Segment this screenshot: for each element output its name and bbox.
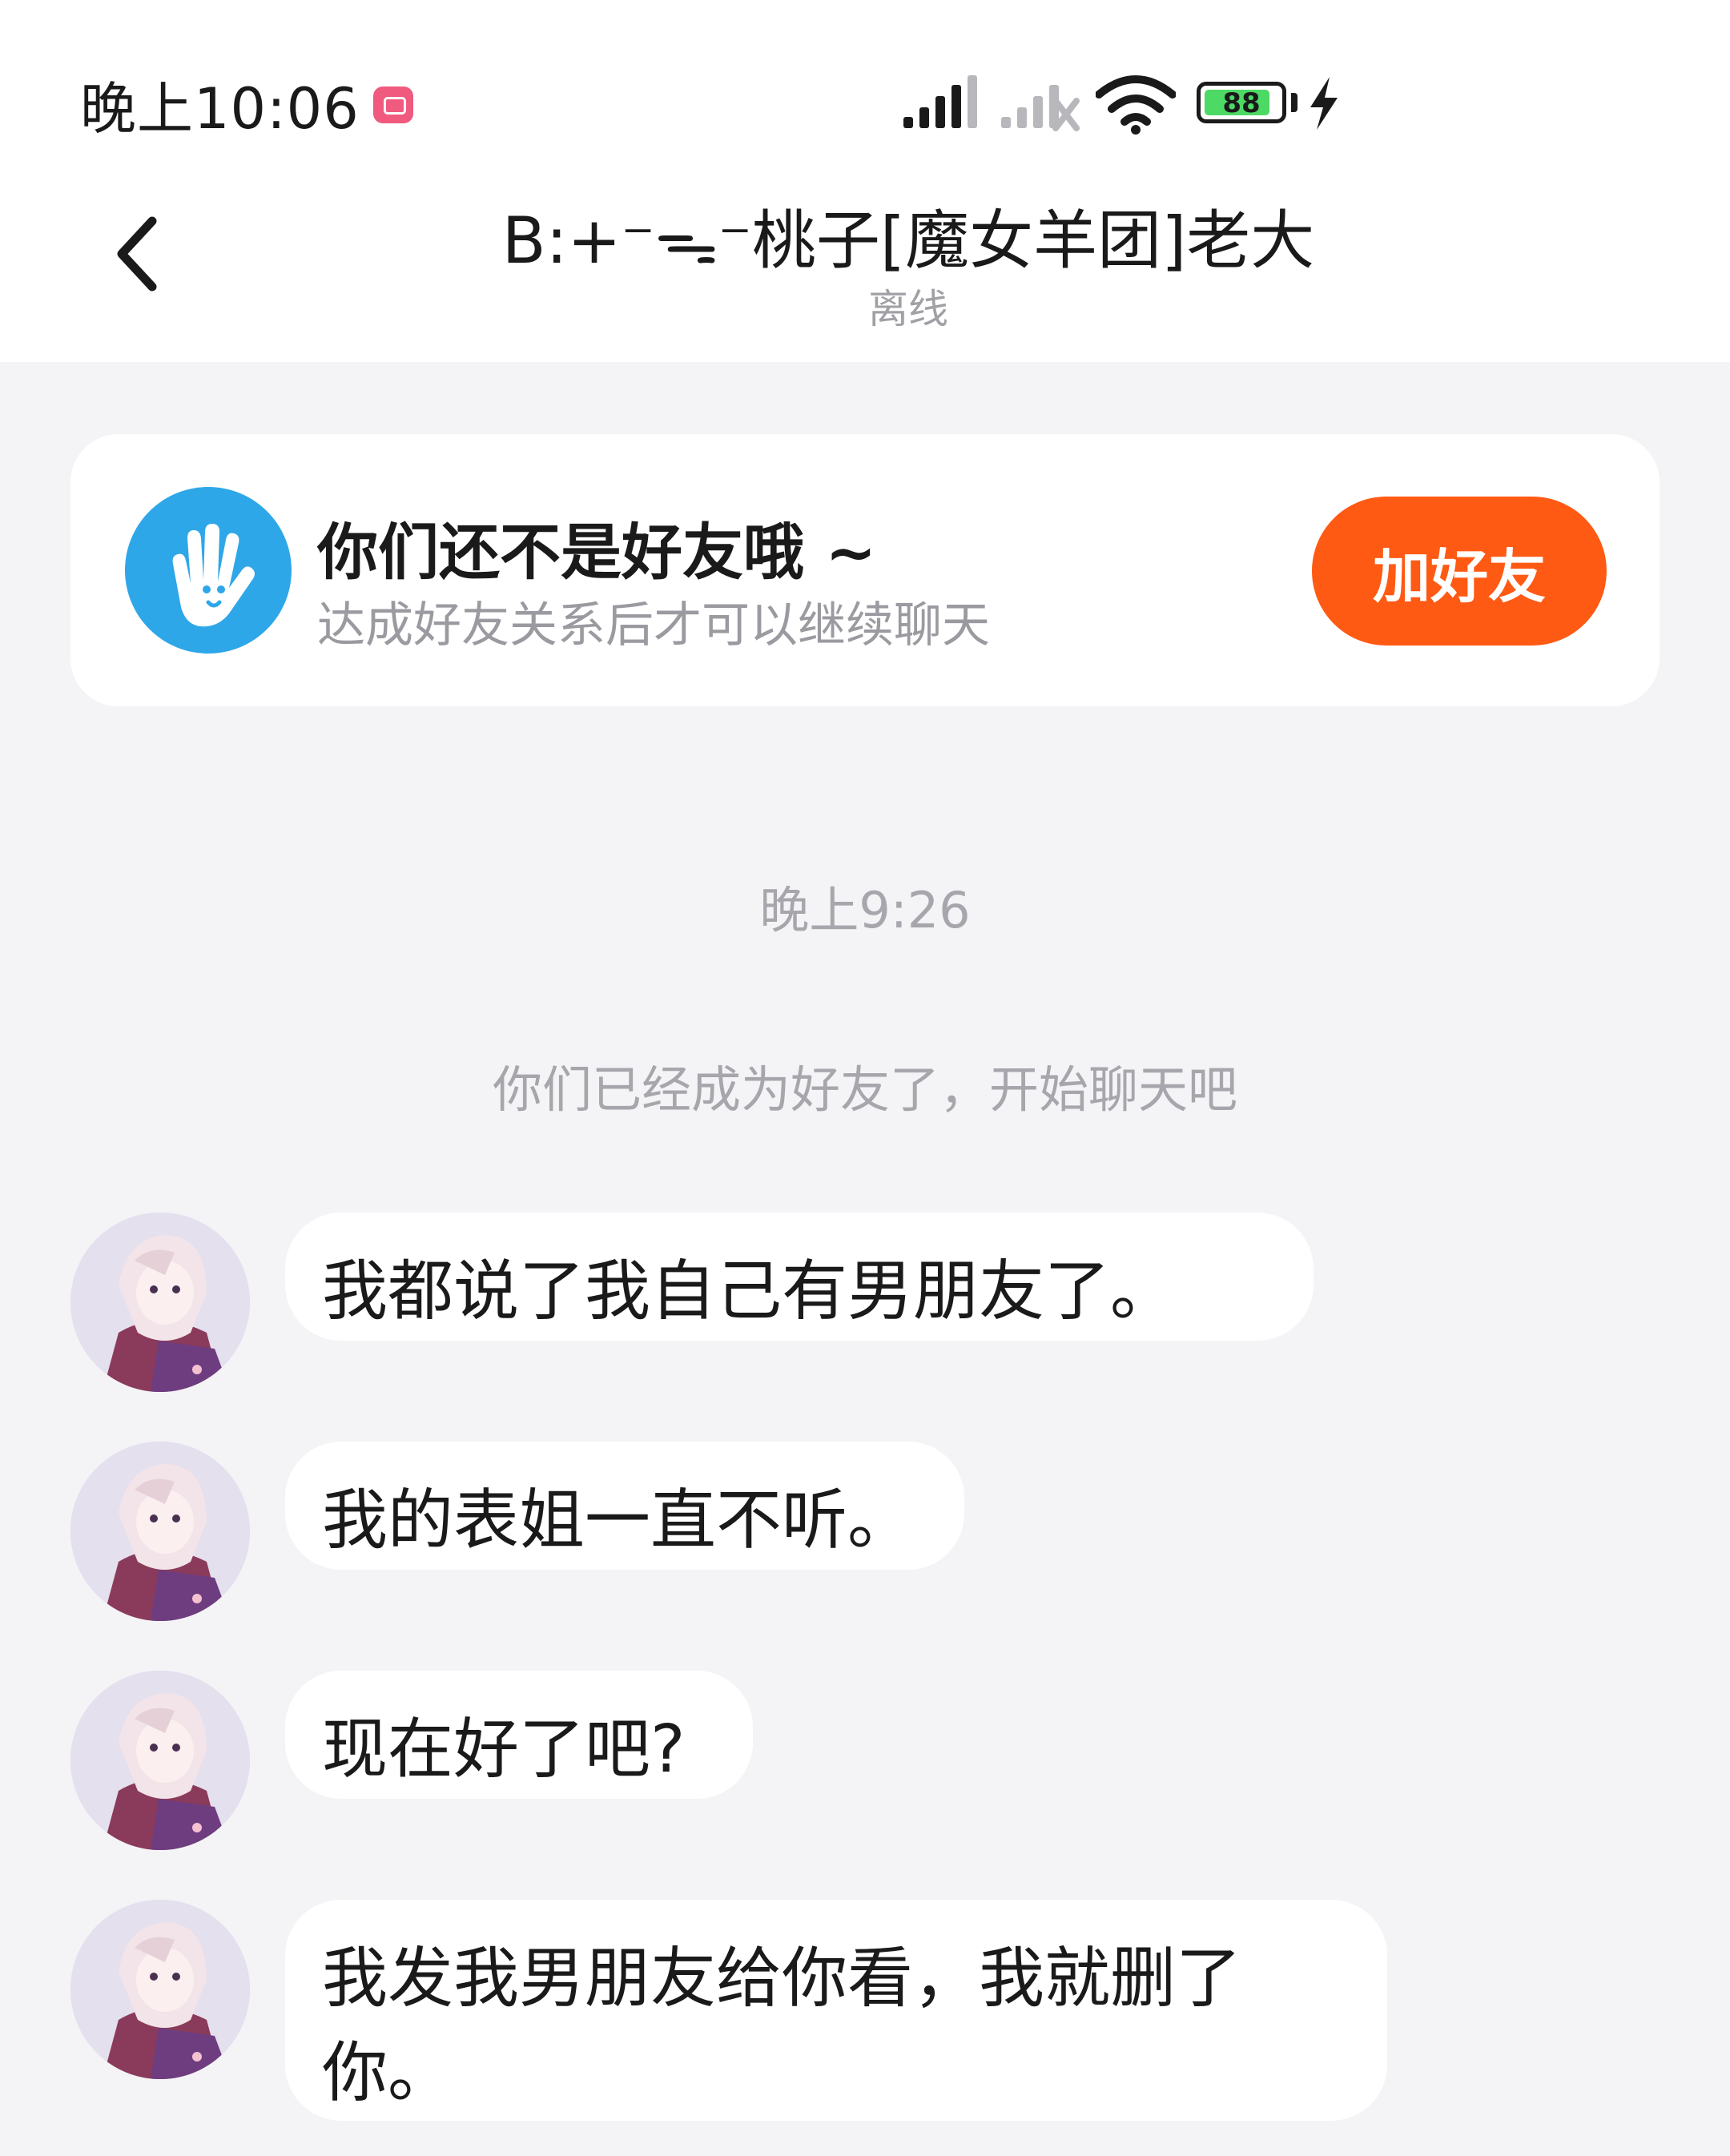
message-bubble[interactable]: 我都说了我自己有男朋友了。: [285, 1213, 1314, 1341]
top-bar: 晚上10:06 88 B:+⁻ᯓ⁻桃子[魔女羊团]老大 离线: [0, 0, 1730, 362]
avatar[interactable]: [70, 1213, 250, 1392]
message-timestamp: 晚上9:26: [759, 881, 971, 939]
avatar[interactable]: [70, 1442, 250, 1621]
system-message: 你们已经成为好友了，开始聊天吧: [492, 1060, 1237, 1119]
notice-subtitle: 达成好友关系后才可以继续聊天: [317, 597, 990, 654]
battery-cap: [1291, 93, 1298, 112]
status-time: 晚上10:06: [80, 76, 360, 142]
signal-no-sim-icon: [1001, 85, 1080, 131]
online-status: 离线: [868, 286, 948, 332]
add-friend-button[interactable]: 加好友: [1312, 497, 1607, 646]
notice-title: 你们还不是好友哦 ~: [317, 517, 877, 588]
message-bubble[interactable]: 现在好了吧?: [285, 1671, 753, 1799]
friend-notice-card: 你们还不是好友哦 ~ 达成好友关系后才可以继续聊天 加好友: [70, 434, 1660, 706]
message-bubble[interactable]: 我的表姐一直不听。: [285, 1442, 964, 1570]
chat-title: B:+⁻ᯓ⁻桃子[魔女羊团]老大: [501, 203, 1315, 278]
notification-app-icon: [373, 86, 413, 123]
signal-icon: [903, 75, 977, 128]
battery-icon: 88: [1197, 82, 1286, 123]
message-bubble[interactable]: 我发我男朋友给你看，我就删了你。: [285, 1900, 1387, 2121]
hand-wave-icon: [125, 487, 292, 654]
avatar[interactable]: [70, 1900, 250, 2079]
battery-level: 88: [1222, 87, 1261, 119]
avatar[interactable]: [70, 1671, 250, 1850]
wifi-icon: [1096, 75, 1176, 135]
charging-icon: [1310, 77, 1338, 130]
